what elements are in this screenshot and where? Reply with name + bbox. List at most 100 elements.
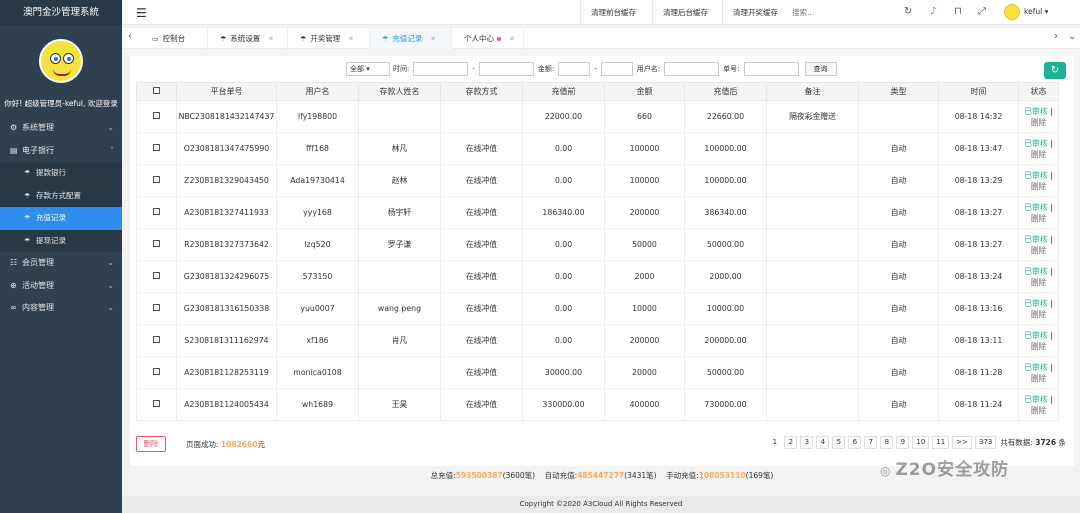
page-link[interactable]: 10 [912, 436, 930, 449]
column-header[interactable]: 状态 [1018, 82, 1059, 101]
close-icon[interactable]: ✕ [268, 35, 274, 43]
row-checkbox[interactable] [153, 208, 160, 215]
sidebar-item-withdraw-bank[interactable]: ☂ 提款银行 [0, 162, 122, 185]
clear-front-cache-button[interactable]: 清理前台缓存 [580, 0, 646, 25]
status-approved-link[interactable]: 已审核 [1024, 267, 1047, 276]
row-checkbox[interactable] [153, 368, 160, 375]
row-delete-link[interactable]: 删除 [1031, 342, 1047, 351]
table-row[interactable]: A2308181327411933 yyy168 杨宇轩 在线冲值 186340.00 2… [136, 196, 1059, 229]
order-input[interactable] [743, 62, 799, 76]
page-link[interactable]: 2 [784, 436, 798, 449]
table-row[interactable]: A2308181124005434 wh1689 王昊 在线冲值 330000.00 40… [136, 388, 1059, 421]
row-checkbox[interactable] [153, 112, 160, 119]
menu-ebank[interactable]: ▤ 电子银行 ˄ [0, 140, 122, 163]
tab-console[interactable]: ▭ 控制台 [140, 28, 208, 49]
status-approved-link[interactable]: 已审核 [1024, 363, 1047, 372]
avatar[interactable] [39, 39, 83, 83]
page-link[interactable]: 4 [816, 436, 830, 449]
amount-min-input[interactable] [558, 62, 591, 76]
table-row[interactable]: S2308181311162974 xf186 肖凡 在线冲值 0.00 200000 20… [136, 324, 1059, 357]
menu-system[interactable]: ⚙ 系统管理 ⌄ [0, 117, 122, 140]
close-icon[interactable]: ✕ [348, 35, 354, 43]
row-delete-link[interactable]: 删除 [1031, 214, 1047, 223]
row-checkbox[interactable] [153, 304, 160, 311]
page-link[interactable]: 9 [896, 436, 910, 449]
chevron-left-icon[interactable]: ‹ [128, 31, 132, 42]
row-delete-link[interactable]: 删除 [1031, 246, 1047, 255]
status-approved-link[interactable]: 已审核 [1024, 171, 1047, 180]
bell-icon[interactable]: ♪ [930, 6, 936, 17]
close-icon[interactable]: ✕ [430, 35, 436, 43]
menu-toggle-icon[interactable]: ☰ [136, 6, 147, 20]
row-delete-link[interactable]: 删除 [1031, 278, 1047, 287]
status-approved-link[interactable]: 已审核 [1024, 107, 1047, 116]
close-icon[interactable]: ✕ [509, 35, 515, 43]
query-button[interactable]: 查询 [804, 62, 837, 76]
table-row[interactable]: A2308181128253119 monica0108 在线冲值 30000.00 2… [136, 356, 1059, 389]
sidebar-item-withdraw-records[interactable]: ☂ 提现记录 [0, 229, 122, 252]
column-header[interactable]: 金额 [604, 82, 685, 101]
bulk-delete-button[interactable]: 删除 [136, 436, 166, 452]
page-link[interactable]: 7 [864, 436, 878, 449]
time-end-input[interactable] [478, 62, 534, 76]
row-delete-link[interactable]: 删除 [1031, 374, 1047, 383]
row-delete-link[interactable]: 删除 [1031, 406, 1047, 415]
row-checkbox[interactable] [153, 240, 160, 247]
page-link[interactable]: 373 [974, 436, 997, 449]
row-checkbox[interactable] [153, 144, 160, 151]
row-checkbox[interactable] [153, 400, 160, 407]
column-header[interactable]: 备注 [766, 82, 859, 101]
select-all-checkbox[interactable] [153, 87, 160, 94]
search-input[interactable] [792, 5, 882, 20]
status-approved-link[interactable]: 已审核 [1024, 331, 1047, 340]
row-delete-link[interactable]: 删除 [1031, 118, 1047, 127]
column-header[interactable]: 存款人姓名 [358, 82, 441, 101]
fullscreen-icon[interactable]: ⤢ [978, 6, 986, 17]
column-header[interactable]: 平台单号 [176, 82, 277, 101]
column-header[interactable]: 存款方式 [440, 82, 523, 101]
status-approved-link[interactable]: 已审核 [1024, 235, 1047, 244]
column-header[interactable]: 充值后 [684, 82, 767, 101]
sidebar-item-deposit-config[interactable]: ☂ 存款方式配置 [0, 184, 122, 207]
status-approved-link[interactable]: 已审核 [1024, 395, 1047, 404]
tab-recharge-records[interactable]: ☂ 充值记录 ✕ [370, 28, 452, 49]
user-avatar[interactable] [1004, 4, 1020, 20]
tab-personal-center[interactable]: 个人中心 ✕ [452, 28, 524, 49]
table-row[interactable]: O2308181347475990 fff168 林凡 在线冲值 0.00 100000 1… [136, 132, 1059, 165]
menu-content[interactable]: ∞ 内容管理 ⌄ [0, 297, 122, 320]
user-menu[interactable]: keful ▾ [1024, 7, 1048, 16]
lock-icon[interactable]: ⊓ [954, 6, 962, 17]
column-header[interactable]: 充值前 [522, 82, 605, 101]
page-link[interactable]: 1 [768, 436, 782, 449]
refresh-icon[interactable]: ↻ [904, 6, 912, 17]
menu-member[interactable]: ☷ 会员管理 ⌄ [0, 252, 122, 275]
menu-activity[interactable]: ⊕ 活动管理 ⌄ [0, 275, 122, 298]
tab-lottery[interactable]: ☂ 开奖管理 ✕ [288, 28, 370, 49]
page-link[interactable]: >> [952, 436, 972, 449]
refresh-button[interactable]: ↻ [1044, 62, 1066, 79]
table-row[interactable]: NBC2308181432147437 lfy198800 22000.00 660 2… [136, 100, 1059, 133]
page-link[interactable]: 8 [880, 436, 894, 449]
username-input[interactable] [664, 62, 720, 76]
page-link[interactable]: 3 [800, 436, 814, 449]
column-header[interactable]: 类型 [858, 82, 939, 101]
page-link[interactable]: 5 [832, 436, 846, 449]
row-checkbox[interactable] [153, 176, 160, 183]
chevron-right-icon[interactable]: › [1054, 31, 1058, 42]
page-link[interactable]: 6 [848, 436, 862, 449]
row-delete-link[interactable]: 删除 [1031, 182, 1047, 191]
table-row[interactable]: G2308181316150338 yuu0007 wang peng 在线冲值 0.0… [136, 292, 1059, 325]
status-approved-link[interactable]: 已审核 [1024, 299, 1047, 308]
status-approved-link[interactable]: 已审核 [1024, 139, 1047, 148]
amount-max-input[interactable] [600, 62, 633, 76]
status-select[interactable]: 全部 ▾ [346, 62, 390, 76]
clear-back-cache-button[interactable]: 清理后台缓存 [652, 0, 718, 25]
status-approved-link[interactable]: 已审核 [1024, 203, 1047, 212]
table-row[interactable]: Z2308181329043450 Ada19730414 赵林 在线冲值 0.00 10… [136, 164, 1059, 197]
row-checkbox[interactable] [153, 272, 160, 279]
sidebar-item-recharge-records[interactable]: ☂ 充值记录 [0, 207, 122, 230]
row-delete-link[interactable]: 删除 [1031, 150, 1047, 159]
time-start-input[interactable] [413, 62, 469, 76]
page-link[interactable]: 11 [932, 436, 950, 449]
table-row[interactable]: G2308181324296075 573150 在线冲值 0.00 2000 2000.… [136, 260, 1059, 293]
